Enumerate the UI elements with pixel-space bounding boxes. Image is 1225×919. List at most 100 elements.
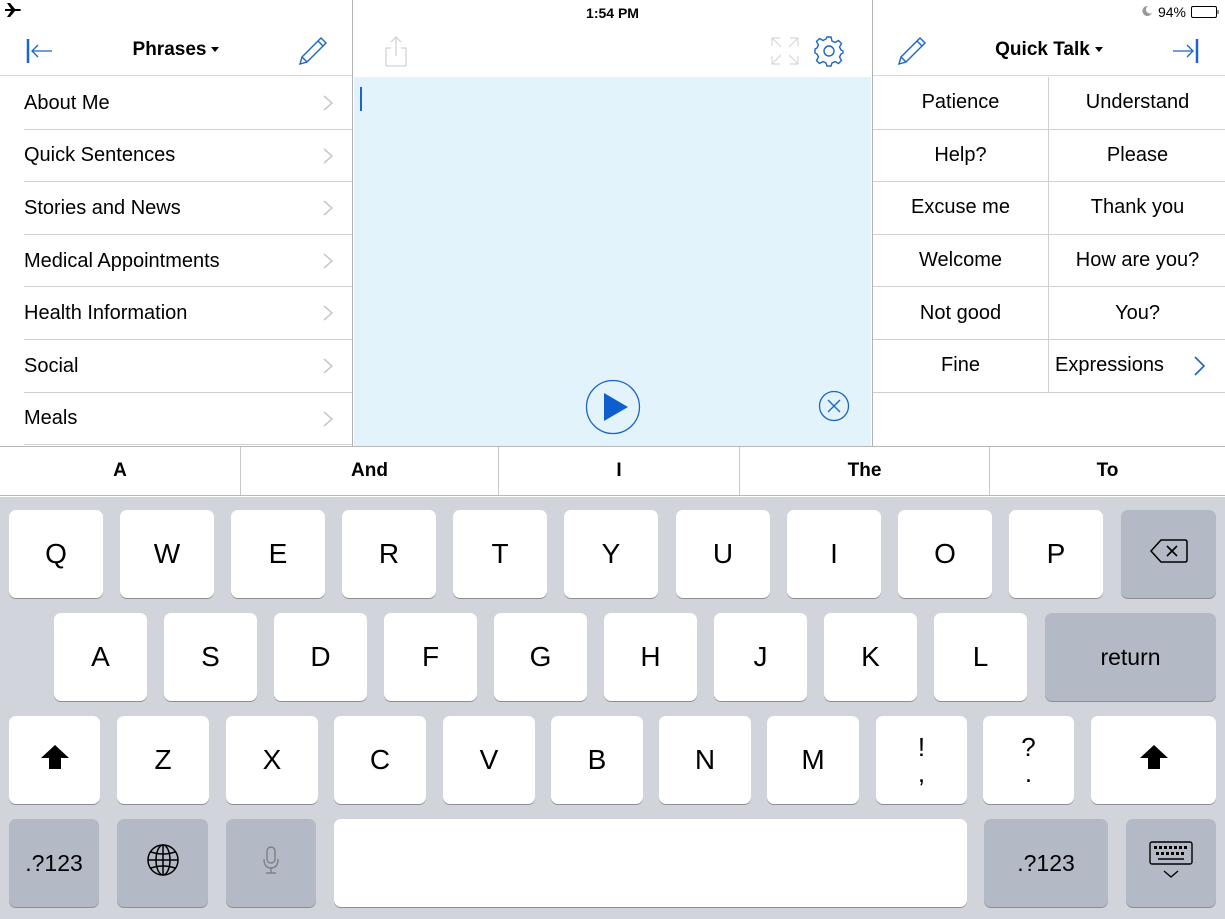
key-u[interactable]: U: [676, 510, 770, 598]
shift-icon: [1138, 743, 1170, 778]
backspace-icon: [1149, 537, 1189, 572]
quick-talk-cell[interactable]: Patience: [873, 77, 1049, 130]
chevron-right-icon: [322, 147, 334, 165]
key-o[interactable]: O: [898, 510, 992, 598]
key-g[interactable]: G: [494, 613, 587, 701]
text-cursor: [360, 87, 362, 111]
key-s[interactable]: S: [164, 613, 257, 701]
quick-talk-label: You?: [1115, 301, 1160, 324]
quick-talk-label: Excuse me: [911, 196, 1010, 219]
suggestion-item[interactable]: I: [499, 447, 740, 495]
key-punct2[interactable]: ?.: [983, 716, 1074, 804]
phrase-item-label: Health Information: [24, 302, 188, 325]
backspace-key[interactable]: [1121, 510, 1216, 598]
key-c[interactable]: C: [334, 716, 426, 804]
phrase-list-item[interactable]: Stories and News: [0, 182, 352, 235]
globe-key[interactable]: [117, 819, 208, 907]
phrase-list-item[interactable]: Quick Sentences: [0, 130, 352, 183]
key-q[interactable]: Q: [9, 510, 103, 598]
quick-talk-cell[interactable]: Excuse me: [873, 182, 1049, 235]
clear-icon[interactable]: [818, 390, 850, 422]
phrases-navbar: Phrases: [0, 26, 352, 76]
dictation-key[interactable]: [226, 819, 316, 907]
key-i[interactable]: I: [787, 510, 881, 598]
gear-icon[interactable]: [812, 34, 846, 68]
caret-down-icon: [211, 47, 220, 53]
chevron-right-icon: [1193, 355, 1206, 377]
globe-icon: [146, 843, 180, 884]
key-e[interactable]: E: [231, 510, 325, 598]
suggestion-item[interactable]: And: [241, 447, 499, 495]
hide-keyboard-key[interactable]: [1126, 819, 1216, 907]
key-x[interactable]: X: [226, 716, 318, 804]
key-j[interactable]: J: [714, 613, 807, 701]
suggestion-item[interactable]: The: [740, 447, 990, 495]
key-f[interactable]: F: [384, 613, 477, 701]
phrase-list-item[interactable]: Medical Appointments: [0, 235, 352, 288]
caret-down-icon: [1094, 47, 1103, 53]
quick-talk-label: Patience: [921, 91, 1000, 114]
quick-talk-cell[interactable]: Welcome: [873, 234, 1049, 288]
quick-talk-cell[interactable]: You?: [1049, 287, 1225, 340]
chevron-right-icon: [322, 252, 334, 270]
key-a[interactable]: A: [54, 613, 147, 701]
microphone-icon: [261, 845, 281, 882]
key-z[interactable]: Z: [117, 716, 209, 804]
keyboard: Q W E R T Y U I O P A S D F G H J K Lreturn Z X C V B N M!,?. .?12…: [0, 497, 1225, 919]
key-h[interactable]: H: [604, 613, 697, 701]
quick-talk-navbar: Quick Talk: [873, 26, 1225, 76]
key-punct1[interactable]: !,: [876, 716, 967, 804]
phrase-list-item[interactable]: Health Information: [0, 287, 352, 340]
key-top-symbol: ?: [1021, 732, 1036, 762]
suggestion-item[interactable]: A: [0, 447, 241, 495]
suggestion-item[interactable]: To: [990, 447, 1225, 495]
shift-key-right[interactable]: [1091, 716, 1216, 804]
phrase-list-item[interactable]: Social: [0, 340, 352, 393]
key-top-symbol: !: [917, 732, 926, 762]
message-text-area[interactable]: [354, 77, 871, 446]
share-icon[interactable]: [382, 34, 416, 68]
play-icon[interactable]: [585, 379, 641, 435]
return-key[interactable]: return: [1045, 613, 1216, 701]
quick-talk-label: Help?: [934, 143, 987, 166]
key-two-symbols: !,: [918, 734, 925, 786]
shift-key-left[interactable]: [9, 716, 100, 804]
key-k[interactable]: K: [824, 613, 917, 701]
collapse-right-icon[interactable]: [1169, 34, 1203, 68]
key-d[interactable]: D: [274, 613, 367, 701]
numbers-key-left[interactable]: .?123: [9, 819, 99, 907]
key-r[interactable]: R: [342, 510, 436, 598]
key-b[interactable]: B: [551, 716, 643, 804]
phrase-list-item[interactable]: About Me: [0, 77, 352, 130]
numbers-key-right[interactable]: .?123: [984, 819, 1108, 907]
quick-talk-cell[interactable]: Thank you: [1049, 182, 1225, 235]
quick-talk-label: Expressions: [1055, 354, 1164, 377]
phrase-list-item[interactable]: Meals: [0, 393, 352, 446]
key-m[interactable]: M: [767, 716, 859, 804]
quick-talk-cell[interactable]: How are you?: [1049, 235, 1225, 288]
quick-talk-cell[interactable]: Not good: [873, 287, 1049, 340]
quick-talk-label: Please: [1106, 143, 1169, 166]
phrases-panel: Phrases About Me Quick Sentences Stories a…: [0, 0, 353, 446]
quick-talk-cell[interactable]: Please: [1049, 130, 1225, 183]
key-bottom-symbol: ,: [917, 758, 926, 788]
quick-talk-cell[interactable]: Fine: [873, 339, 1049, 393]
quick-talk-label: Understand: [1085, 91, 1190, 114]
key-y[interactable]: Y: [564, 510, 658, 598]
key-p[interactable]: P: [1009, 510, 1103, 598]
key-v[interactable]: V: [443, 716, 535, 804]
quick-talk-cell[interactable]: Help?: [873, 129, 1049, 183]
key-t[interactable]: T: [453, 510, 547, 598]
quick-talk-label: Thank you: [1090, 196, 1185, 219]
pencil-icon[interactable]: [296, 34, 330, 68]
quick-talk-grid: Patience Understand Help? Please Excuse me Th…: [873, 77, 1225, 393]
quick-talk-label: Not good: [919, 301, 1002, 324]
key-w[interactable]: W: [120, 510, 214, 598]
space-key[interactable]: [334, 819, 967, 907]
fullscreen-icon[interactable]: [768, 34, 802, 68]
quick-talk-cell[interactable]: Understand: [1049, 77, 1225, 130]
key-n[interactable]: N: [659, 716, 751, 804]
shift-icon: [39, 743, 71, 778]
quick-talk-cell[interactable]: Expressions: [1049, 340, 1225, 393]
key-l[interactable]: L: [934, 613, 1027, 701]
